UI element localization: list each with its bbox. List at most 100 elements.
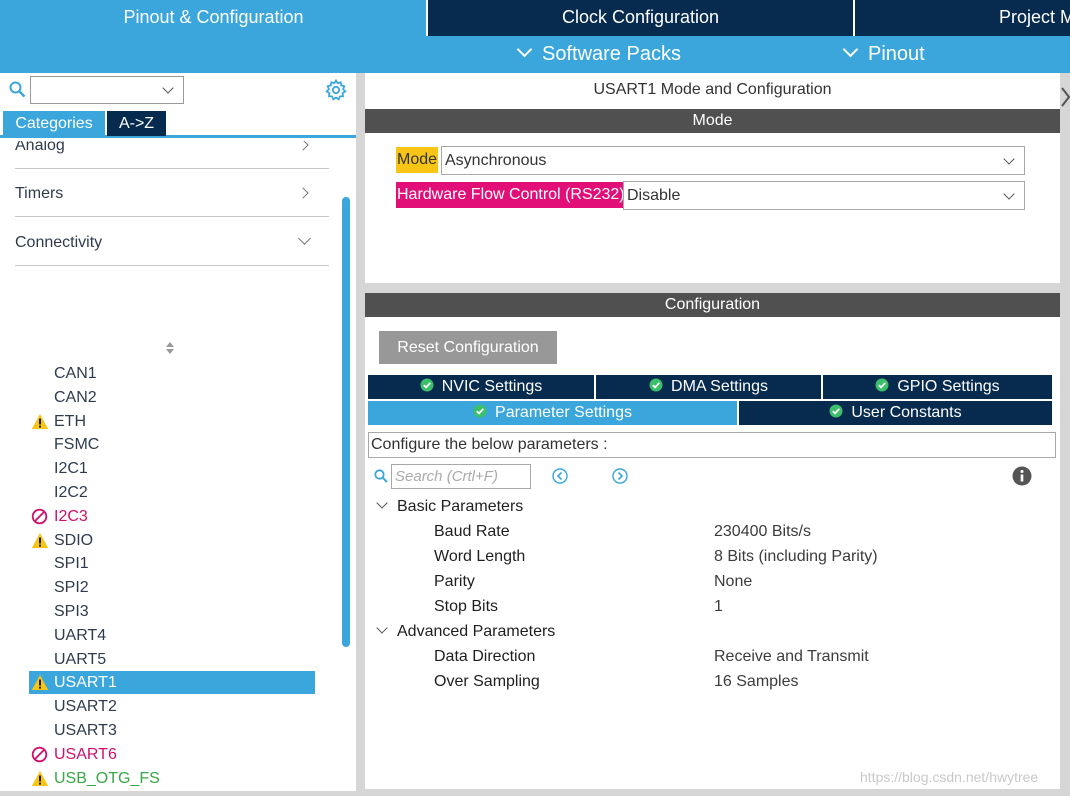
warning-icon — [31, 770, 49, 786]
next-match-icon[interactable] — [612, 468, 628, 484]
chevron-down-icon — [162, 82, 174, 94]
peripheral-item[interactable]: I2C2 — [29, 481, 315, 504]
group-label: Basic Parameters — [397, 498, 524, 515]
parameter-search-input[interactable]: Search (Crtl+F) — [391, 464, 531, 489]
mode-select-value: Asynchronous — [445, 152, 547, 169]
peripheral-item[interactable]: ETH — [29, 410, 315, 433]
hfc-select-value: Disable — [627, 187, 681, 204]
tab-project-manager[interactable]: Project M — [855, 0, 1070, 36]
search-icon — [374, 469, 388, 483]
parameter-name: Baud Rate — [434, 523, 510, 540]
peripheral-label: USART1 — [54, 674, 117, 692]
check-circle-icon — [473, 404, 487, 418]
peripheral-item[interactable]: UART4 — [29, 624, 315, 647]
tab-categories[interactable]: Categories — [3, 111, 105, 136]
search-icon[interactable] — [9, 81, 26, 98]
tab-pinout-configuration[interactable]: Pinout & Configuration — [0, 0, 427, 36]
info-icon[interactable] — [1012, 466, 1032, 486]
parameter-name: Word Length — [434, 548, 526, 565]
category-label: Connectivity — [15, 234, 103, 251]
check-circle-icon — [875, 378, 889, 392]
peripheral-item[interactable]: I2C3 — [29, 505, 315, 528]
tab-gpio-settings[interactable]: GPIO Settings — [823, 375, 1052, 399]
software-packs-label: Software Packs — [542, 43, 681, 65]
parameter-value[interactable]: Receive and Transmit — [714, 646, 869, 668]
peripheral-label: UART5 — [54, 650, 107, 668]
parameter-value[interactable]: None — [714, 571, 752, 593]
peripheral-item[interactable]: SPI3 — [29, 600, 315, 623]
tab-dma-settings[interactable]: DMA Settings — [596, 375, 821, 399]
peripheral-item[interactable]: USART1 — [29, 671, 315, 695]
tab-nvic-settings[interactable]: NVIC Settings — [368, 375, 594, 399]
chevron-down-icon — [1003, 153, 1015, 165]
category-tabs: Categories A->Z — [0, 111, 356, 138]
peripheral-label: I2C2 — [54, 484, 88, 501]
peripheral-label: CAN1 — [54, 365, 97, 382]
search-combo[interactable] — [30, 76, 184, 104]
tab-label: User Constants — [851, 404, 962, 421]
parameter-value[interactable]: 8 Bits (including Parity) — [714, 546, 878, 568]
peripheral-item[interactable]: FSMC — [29, 433, 315, 456]
category-connectivity[interactable]: Connectivity — [15, 218, 329, 266]
group-advanced-parameters[interactable]: Advanced Parameters — [374, 621, 555, 643]
software-packs-menu[interactable]: Software Packs — [516, 36, 681, 73]
peripheral-item[interactable]: UART5 — [29, 648, 315, 671]
tab-a-to-z[interactable]: A->Z — [107, 111, 166, 136]
peripheral-item[interactable]: I2C1 — [29, 457, 315, 480]
top-tab-bar: Pinout & Configuration Clock Configurati… — [0, 0, 1070, 36]
sort-icon[interactable] — [165, 341, 175, 355]
mode-select[interactable]: Asynchronous — [441, 146, 1025, 175]
scrollbar-thumb[interactable] — [342, 197, 350, 647]
chevron-down-icon — [376, 497, 388, 509]
chevron-down-icon — [842, 41, 859, 58]
watermark: https://blog.csdn.net/hwytree — [860, 769, 1039, 785]
category-timers[interactable]: Timers — [15, 169, 329, 217]
peripheral-item[interactable]: USART6 — [29, 743, 315, 766]
parameter-value[interactable]: 16 Samples — [714, 671, 799, 693]
parameter-value[interactable]: 230400 Bits/s — [714, 521, 811, 543]
category-analog[interactable]: Analog — [15, 141, 329, 169]
parameter-value[interactable]: 1 — [714, 596, 723, 618]
check-circle-icon — [420, 378, 434, 392]
gear-icon[interactable] — [325, 79, 347, 101]
peripheral-item[interactable]: CAN1 — [29, 362, 315, 385]
peripheral-item[interactable]: USB_OTG_HS — [29, 790, 315, 791]
peripheral-item[interactable]: USART3 — [29, 719, 315, 742]
peripheral-label: UART4 — [54, 626, 107, 644]
peripheral-item[interactable]: SPI2 — [29, 576, 315, 599]
previous-match-icon[interactable] — [552, 468, 568, 484]
peripheral-item[interactable]: SDIO — [29, 529, 315, 552]
parameter-name: Stop Bits — [434, 598, 499, 615]
peripheral-item[interactable]: CAN2 — [29, 386, 315, 409]
categories-panel: Categories A->Z Analog Timers Connectivi… — [0, 73, 356, 791]
panel-title: USART1 Mode and Configuration — [593, 81, 832, 98]
peripheral-item[interactable]: USB_OTG_FS — [29, 767, 315, 790]
tab-parameter-settings[interactable]: Parameter Settings — [368, 401, 737, 425]
warning-icon — [31, 675, 49, 691]
error-icon — [31, 508, 48, 524]
mode-label: Mode — [396, 147, 439, 173]
configuration-panel: Configuration Reset Configuration NVIC S… — [365, 293, 1060, 789]
chevron-down-icon — [1003, 188, 1015, 200]
peripheral-item[interactable]: SPI1 — [29, 552, 315, 575]
configure-description: Configure the below parameters : — [368, 432, 1056, 458]
sub-menu-bar: Software Packs Pinout — [0, 36, 1070, 73]
tab-user-constants[interactable]: User Constants — [739, 401, 1052, 425]
check-circle-icon — [829, 404, 843, 418]
peripheral-label: FSMC — [54, 436, 100, 454]
expand-arrow-icon[interactable] — [1061, 86, 1070, 108]
tab-label: DMA Settings — [671, 378, 768, 395]
category-label: Timers — [15, 185, 64, 202]
pinout-menu[interactable]: Pinout — [842, 36, 925, 73]
category-label: Analog — [15, 141, 65, 154]
error-icon — [31, 746, 48, 762]
group-basic-parameters[interactable]: Basic Parameters — [374, 496, 523, 518]
mode-header: Mode — [365, 109, 1060, 133]
peripheral-item[interactable]: USART2 — [29, 695, 315, 718]
parameter-name: Parity — [434, 573, 475, 590]
hardware-flow-control-select[interactable]: Disable — [623, 181, 1025, 210]
peripheral-label: ETH — [54, 412, 86, 430]
reset-configuration-button[interactable]: Reset Configuration — [379, 331, 557, 364]
peripheral-label: USART2 — [54, 698, 117, 716]
tab-clock-configuration[interactable]: Clock Configuration — [428, 0, 853, 36]
